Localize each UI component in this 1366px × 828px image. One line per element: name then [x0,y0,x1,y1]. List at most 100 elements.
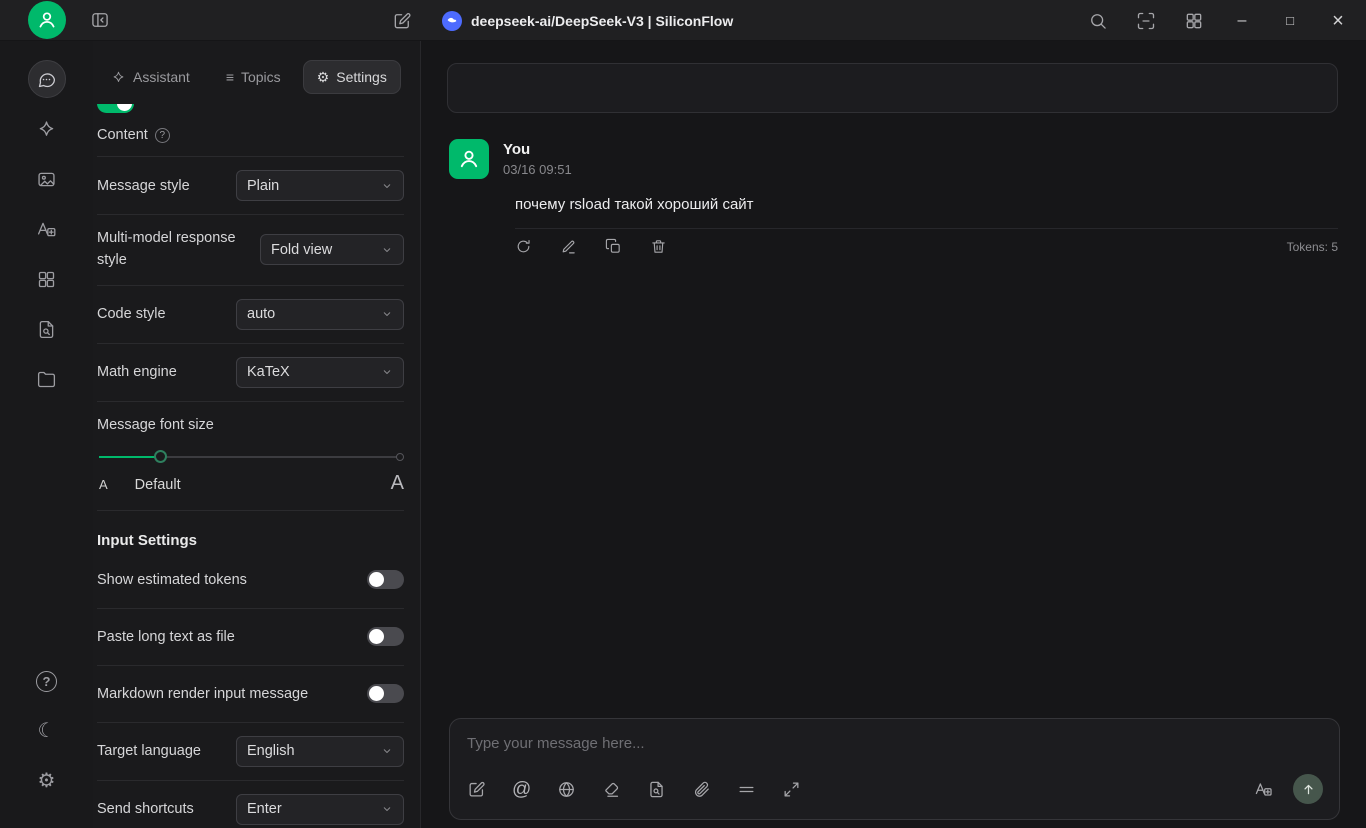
composer-input[interactable]: Type your message here... [467,735,1323,752]
message-avatar[interactable] [449,139,489,179]
chevron-down-icon [383,807,391,811]
sidebar: ? ☾ ⚙ [0,41,93,828]
translate-input-button[interactable] [1254,780,1273,799]
message-text: почему rsload такой хороший сайт [515,196,754,213]
file-search-icon [650,781,663,797]
gear-icon: ⚙ [37,770,56,792]
sidebar-item-knowledge[interactable] [28,310,66,348]
assistant-settings-panel: Assistant ≡ Topics ⚙ Settings Content ? [93,41,421,828]
titlebar-right: – □ × [1074,0,1362,41]
paste-long-text-toggle[interactable] [367,627,404,646]
panel-collapse-icon [92,13,108,27]
maximize-icon: □ [1286,13,1294,28]
math-engine-label: Math engine [97,364,177,380]
show-estimated-tokens-toggle[interactable] [367,570,404,589]
attach-file-button[interactable] [692,780,711,799]
font-size-legend: A Default A [97,472,404,495]
deepseek-logo-icon [442,10,462,31]
window-maximize-button[interactable]: □ [1266,0,1314,41]
pencil-icon [562,240,575,254]
minimize-icon: – [1237,11,1247,29]
list-icon: ≡ [225,69,234,85]
sidebar-item-apps[interactable] [28,260,66,298]
toggle-knob [369,629,384,644]
close-icon: × [1332,9,1344,32]
help-button[interactable]: ? [28,662,66,700]
send-shortcuts-select[interactable]: Enter [236,793,404,825]
model-selector[interactable]: deepseek-ai/DeepSeek-V3 | SiliconFlow [442,10,733,31]
knowledge-base-button[interactable] [647,780,666,799]
sidebar-item-files[interactable] [28,360,66,398]
sidebar-item-translate[interactable] [28,210,66,248]
sidebar-item-paintings[interactable] [28,160,66,198]
window-close-button[interactable]: × [1314,0,1362,41]
font-size-max-letter: A [390,471,404,494]
gear-icon: ⚙ [316,69,330,85]
multi-model-style-select[interactable]: Fold view [260,234,404,266]
math-engine-select[interactable]: KaTeX [236,356,404,388]
sidebar-item-agents[interactable] [28,110,66,148]
font-size-slider-knob[interactable] [154,449,168,463]
font-size-slider[interactable] [97,449,404,465]
setting-row-math-engine: Math engine KaTeX [97,344,404,402]
new-chat-button[interactable] [392,11,412,31]
mini-apps-button[interactable] [1170,0,1218,41]
search-icon [1091,13,1106,29]
chevron-down-icon [383,370,391,374]
content-toggle[interactable] [97,104,134,113]
help-icon: ? [36,670,57,692]
tab-settings-label: Settings [336,69,387,85]
capture-icon [1137,12,1155,29]
edit-message-button[interactable] [560,238,577,255]
message-user: You 03/16 09:51 почему rsload такой хоро… [449,139,1338,255]
message-style-select[interactable]: Plain [236,170,404,201]
compose-icon [469,781,485,796]
tab-topics-label: Topics [240,69,281,85]
copy-message-button[interactable] [605,238,622,255]
user-avatar[interactable] [28,1,66,39]
copy-icon [605,238,620,253]
settings-scroll-area[interactable]: Content ? Message style Plain Multi-mode… [97,104,404,828]
collapse-sidebar-button[interactable] [90,10,110,30]
tab-settings[interactable]: ⚙ Settings [302,60,401,94]
minimize-to-tray-button[interactable] [1122,0,1170,41]
expand-icon [784,782,799,796]
sparkle-icon [39,120,54,136]
delete-message-button[interactable] [650,238,667,255]
collapse-toolbar-button[interactable] [737,780,756,799]
toggle-knob [369,572,384,587]
target-language-select[interactable]: English [236,735,404,767]
regenerate-button[interactable] [515,238,532,255]
assistant-tabs: Assistant ≡ Topics ⚙ Settings [97,60,404,94]
file-search-icon [39,320,54,338]
toggle-knob [117,104,132,111]
titlebar-left [0,1,110,39]
mention-model-button[interactable]: @ [512,780,531,799]
chat-header-box[interactable] [447,63,1338,113]
search-button[interactable] [1074,0,1122,41]
clear-context-button[interactable] [602,780,621,799]
setting-row-font-size: Message font size A Default A [97,402,404,511]
app-window: deepseek-ai/DeepSeek-V3 | SiliconFlow – … [0,0,1366,828]
sparkle-icon [113,71,124,82]
window-minimize-button[interactable]: – [1218,0,1266,41]
new-topic-button[interactable] [467,780,486,799]
tab-assistant[interactable]: Assistant [97,60,204,94]
help-circle-icon[interactable]: ? [154,127,170,143]
theme-toggle-button[interactable]: ☾ [28,712,66,750]
message-divider [515,228,1338,229]
code-style-select[interactable]: auto [236,298,404,330]
sidebar-item-chat[interactable] [27,60,66,98]
tokens-count: Tokens: 5 [1286,239,1338,254]
send-message-button[interactable] [1293,774,1323,804]
translate-icon [37,222,56,236]
message-composer[interactable]: Type your message here... @ [449,718,1340,820]
at-icon: @ [512,778,532,800]
settings-button[interactable]: ⚙ [28,762,66,800]
setting-row-message-style: Message style Plain [97,157,404,215]
expand-input-button[interactable] [782,780,801,799]
titlebar: deepseek-ai/DeepSeek-V3 | SiliconFlow – … [0,0,1366,41]
tab-topics[interactable]: ≡ Topics [212,60,295,94]
markdown-render-toggle[interactable] [367,684,404,703]
web-search-button[interactable] [557,780,576,799]
